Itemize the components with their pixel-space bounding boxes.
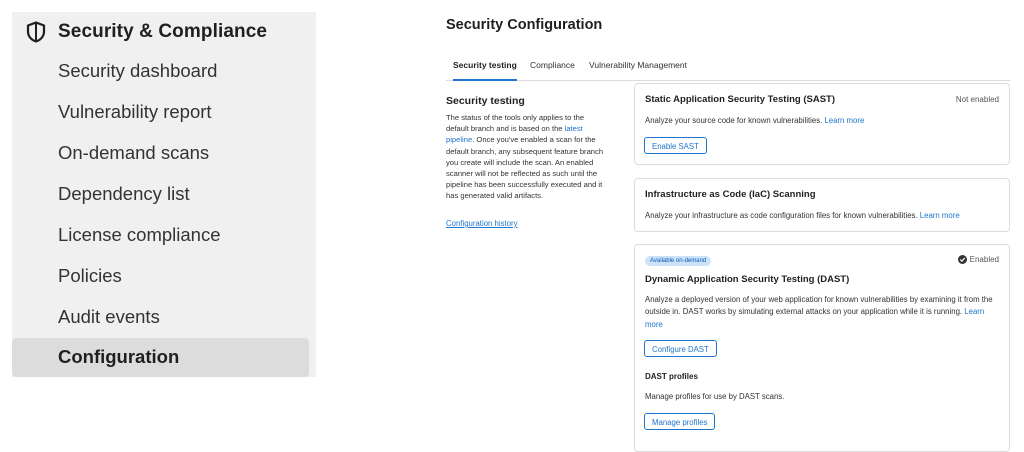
sidebar: Security & Compliance Security dashboard… [12,12,316,377]
dast-title: Dynamic Application Security Testing (DA… [645,274,850,285]
tab-compliance[interactable]: Compliance [530,58,575,79]
dast-profiles-description: Manage profiles for use by DAST scans. [645,392,785,401]
sast-description-text: Analyze your source code for known vulne… [645,116,823,125]
iac-title: Infrastructure as Code (IaC) Scanning [645,189,816,200]
section-description: The status of the tools only applies to … [446,112,606,202]
configuration-history-link[interactable]: Configuration history [446,219,518,228]
dast-card: Available on-demand Enabled Dynamic Appl… [634,244,1010,452]
check-circle-icon [957,255,967,264]
dast-description: Analyze a deployed version of your web a… [645,294,1001,331]
iac-card: Infrastructure as Code (IaC) Scanning An… [634,178,1010,232]
section-title: Security testing [446,95,525,107]
sidebar-item-label: Configuration [58,346,180,367]
iac-learn-more-link[interactable]: Learn more [920,211,960,220]
sidebar-section-title: Security & Compliance [58,21,268,42]
sast-description: Analyze your source code for known vulne… [645,115,999,127]
description-text-cont: . Once you've enabled a scan for the def… [446,135,604,201]
sast-learn-more-link[interactable]: Learn more [824,116,864,125]
iac-description-text: Analyze your infrastructure as code conf… [645,211,918,220]
enable-sast-button[interactable]: Enable SAST [644,137,707,154]
sidebar-item-configuration[interactable]: Configuration [12,338,309,377]
sidebar-item-license-compliance[interactable]: License compliance [58,220,220,250]
sidebar-section-header[interactable]: Security & Compliance [26,18,267,46]
dast-status-text: Enabled [969,255,999,264]
iac-description: Analyze your infrastructure as code conf… [645,210,1005,222]
sidebar-item-policies[interactable]: Policies [58,261,122,291]
manage-profiles-button[interactable]: Manage profiles [644,413,716,430]
dast-description-text: Analyze a deployed version of your web a… [645,295,993,317]
shield-icon [26,21,46,43]
available-on-demand-badge: Available on-demand [645,256,712,266]
sast-card: Static Application Security Testing (SAS… [634,83,1010,165]
sidebar-item-vulnerability-report[interactable]: Vulnerability report [58,97,212,127]
configure-dast-button[interactable]: Configure DAST [644,340,717,357]
tab-vulnerability-management[interactable]: Vulnerability Management [589,58,687,79]
sidebar-item-dependency-list[interactable]: Dependency list [58,179,190,209]
sast-title: Static Application Security Testing (SAS… [645,94,836,105]
dast-profiles-title: DAST profiles [645,372,698,381]
sidebar-item-audit-events[interactable]: Audit events [58,302,160,332]
sast-status-text: Not enabled [955,95,999,104]
description-text: The status of the tools only applies to … [446,113,585,134]
tab-bar: Security testing Compliance Vulnerabilit… [446,58,1010,81]
sast-status: Not enabled [956,95,999,104]
tab-security-testing[interactable]: Security testing [453,58,517,81]
page-title: Security Configuration [446,17,603,33]
sidebar-item-on-demand-scans[interactable]: On-demand scans [58,138,209,168]
sidebar-item-security-dashboard[interactable]: Security dashboard [58,56,217,86]
dast-status: Enabled [957,255,999,264]
